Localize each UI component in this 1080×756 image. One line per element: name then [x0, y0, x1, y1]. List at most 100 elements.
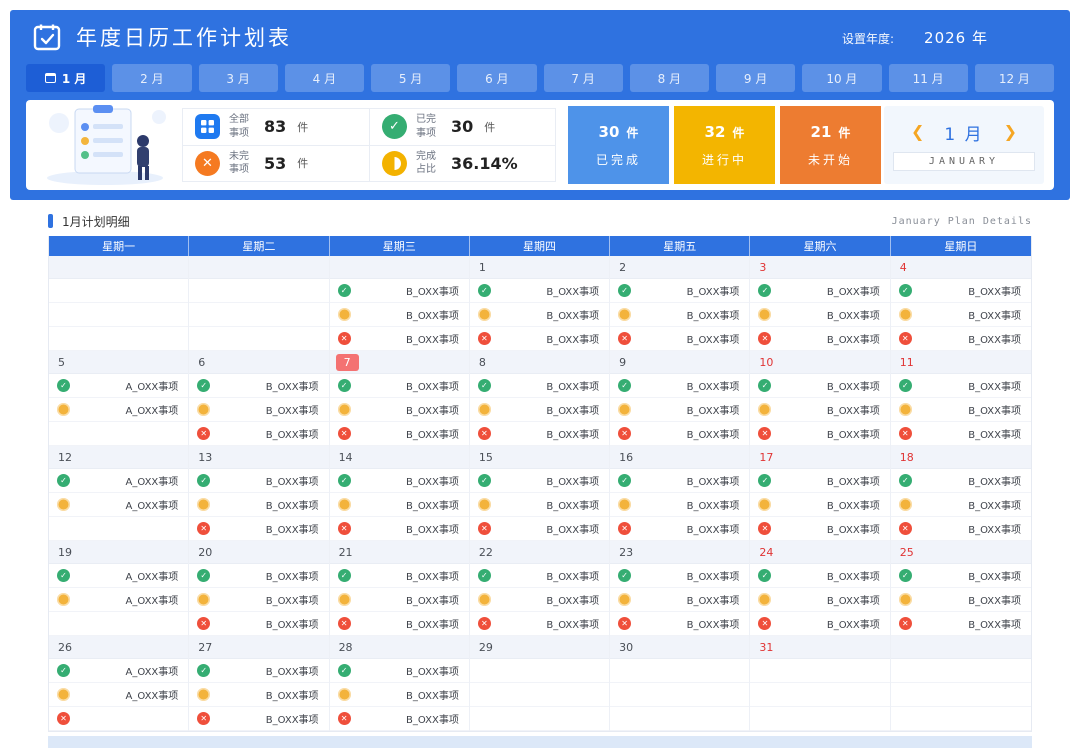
task-item[interactable]: B_OXX事项	[750, 303, 890, 327]
task-item[interactable]: ✕ B_OXX事项	[610, 517, 750, 541]
tab-month-9[interactable]: 9 月	[716, 64, 796, 92]
day-cell[interactable]	[890, 636, 1031, 731]
task-item[interactable]: ✕ B_OXX事项	[890, 517, 1031, 541]
tab-month-6[interactable]: 6 月	[457, 64, 537, 92]
task-item[interactable]: ✓ B_OXX事项	[189, 374, 329, 398]
task-item[interactable]: ✓ B_OXX事项	[189, 469, 329, 493]
year-value[interactable]: 2026 年	[924, 27, 988, 48]
task-item[interactable]: ✕ B_OXX事项	[189, 612, 329, 636]
task-item[interactable]: ✓ B_OXX事项	[189, 564, 329, 588]
tab-month-2[interactable]: 2 月	[112, 64, 192, 92]
task-item[interactable]: B_OXX事项	[189, 493, 329, 517]
task-item[interactable]: ✕ B_OXX事项	[890, 612, 1031, 636]
task-item[interactable]: ✓ A_OXX事项	[49, 564, 189, 588]
task-item[interactable]: ✕ B_OXX事项	[329, 422, 469, 446]
day-cell[interactable]: 23 ✓ B_OXX事项 B_OXX事项 ✕ B_OXX事项	[610, 541, 751, 636]
task-item[interactable]: B_OXX事项	[189, 588, 329, 612]
task-item[interactable]: B_OXX事项	[890, 398, 1031, 422]
task-item[interactable]: ✓ B_OXX事项	[750, 564, 890, 588]
task-item[interactable]: B_OXX事项	[469, 493, 610, 517]
day-cell[interactable]: 5 ✓ A_OXX事项 A_OXX事项	[49, 351, 190, 446]
task-item[interactable]: ✓ B_OXX事项	[890, 469, 1031, 493]
task-item[interactable]: ✓ B_OXX事项	[610, 469, 750, 493]
task-item[interactable]: ✓ B_OXX事项	[750, 374, 890, 398]
task-item[interactable]: ✕ B_OXX事项	[189, 422, 329, 446]
task-item[interactable]: ✓ B_OXX事项	[329, 374, 469, 398]
day-cell[interactable]: 13 ✓ B_OXX事项 B_OXX事项 ✕ B_OXX事项	[189, 446, 330, 541]
day-cell[interactable]: 17 ✓ B_OXX事项 B_OXX事项 ✕ B_OXX事项	[750, 446, 891, 541]
tab-month-5[interactable]: 5 月	[371, 64, 451, 92]
day-cell[interactable]: 22 ✓ B_OXX事项 B_OXX事项 ✕ B_OXX事项	[469, 541, 611, 636]
day-cell[interactable]: 31	[750, 636, 891, 731]
tab-month-10[interactable]: 10 月	[802, 64, 882, 92]
task-item[interactable]: A_OXX事项	[49, 493, 189, 517]
task-item[interactable]: B_OXX事项	[329, 493, 469, 517]
day-cell[interactable]: 19 ✓ A_OXX事项 A_OXX事项	[49, 541, 190, 636]
day-cell[interactable]: 1 ✓ B_OXX事项 B_OXX事项 ✕ B_OXX事项	[469, 256, 611, 351]
task-item[interactable]: B_OXX事项	[329, 588, 469, 612]
task-item[interactable]: ✕ B_OXX事项	[329, 327, 469, 351]
task-item[interactable]: B_OXX事项	[469, 303, 610, 327]
task-item[interactable]: B_OXX事项	[890, 588, 1031, 612]
tab-month-11[interactable]: 11 月	[888, 64, 968, 92]
task-item[interactable]: A_OXX事项	[49, 683, 189, 707]
task-item[interactable]: ✕ B_OXX事项	[610, 327, 750, 351]
task-item[interactable]: B_OXX事项	[329, 398, 469, 422]
day-cell[interactable]: 11 ✓ B_OXX事项 B_OXX事项 ✕ B_OXX事项	[890, 351, 1031, 446]
task-item[interactable]: B_OXX事项	[610, 493, 750, 517]
task-item[interactable]: B_OXX事项	[610, 588, 750, 612]
task-item[interactable]: A_OXX事项	[49, 398, 189, 422]
task-item[interactable]: ✓ A_OXX事项	[49, 374, 189, 398]
task-item[interactable]: ✕ B_OXX事项	[750, 517, 890, 541]
task-item[interactable]: ✕ B_OXX事项	[469, 327, 610, 351]
day-cell[interactable]: 6 ✓ B_OXX事项 B_OXX事项 ✕ B_OXX事项	[189, 351, 330, 446]
prev-month-button[interactable]: ❮	[911, 124, 924, 140]
day-cell[interactable]	[189, 256, 330, 351]
task-item[interactable]: B_OXX事项	[610, 303, 750, 327]
task-item[interactable]: ✕ B_OXX事项	[329, 707, 469, 731]
task-item[interactable]: ✓ B_OXX事项	[469, 374, 610, 398]
task-item[interactable]: B_OXX事项	[329, 683, 469, 707]
day-cell[interactable]: 18 ✓ B_OXX事项 B_OXX事项 ✕ B_OXX事项	[890, 446, 1031, 541]
day-cell[interactable]: 12 ✓ A_OXX事项 A_OXX事项	[49, 446, 190, 541]
task-item[interactable]: ✕ B_OXX事项	[189, 707, 329, 731]
task-item[interactable]: ✕ B_OXX事项	[610, 612, 750, 636]
task-item[interactable]: ✕ B_OXX事项	[750, 612, 890, 636]
task-item[interactable]: ✕ B_OXX事项	[890, 327, 1031, 351]
task-item[interactable]: B_OXX事项	[750, 493, 890, 517]
task-item[interactable]: A_OXX事项	[49, 588, 189, 612]
task-item[interactable]: ✕ B_OXX事项	[610, 422, 750, 446]
day-cell[interactable]: 10 ✓ B_OXX事项 B_OXX事项 ✕ B_OXX事项	[750, 351, 891, 446]
task-item[interactable]: ✓ B_OXX事项	[610, 564, 750, 588]
task-item[interactable]: ✕ B_OXX事项	[890, 422, 1031, 446]
day-cell[interactable]: 15 ✓ B_OXX事项 B_OXX事项 ✕ B_OXX事项	[469, 446, 611, 541]
task-item[interactable]: B_OXX事项	[750, 588, 890, 612]
task-item[interactable]: B_OXX事项	[189, 683, 329, 707]
day-cell[interactable]: ✓ B_OXX事项 B_OXX事项 ✕ B_OXX事项	[329, 256, 470, 351]
day-cell[interactable]: 7 ✓ B_OXX事项 B_OXX事项 ✕ B_OXX事项	[329, 351, 470, 446]
task-item[interactable]: ✓ B_OXX事项	[329, 564, 469, 588]
tab-month-8[interactable]: 8 月	[629, 64, 709, 92]
task-item[interactable]: ✕ B_OXX事项	[329, 612, 469, 636]
task-item[interactable]: ✓ B_OXX事项	[750, 469, 890, 493]
day-cell[interactable]: 4 ✓ B_OXX事项 B_OXX事项 ✕ B_OXX事项	[890, 256, 1031, 351]
task-item[interactable]: B_OXX事项	[750, 398, 890, 422]
task-item[interactable]: ✓ B_OXX事项	[329, 469, 469, 493]
task-item[interactable]: ✓ B_OXX事项	[610, 374, 750, 398]
task-item[interactable]: ✕ B_OXX事项	[469, 612, 610, 636]
task-item[interactable]: ✕	[49, 707, 189, 731]
task-item[interactable]: ✓ B_OXX事项	[890, 564, 1031, 588]
day-cell[interactable]: 25 ✓ B_OXX事项 B_OXX事项 ✕ B_OXX事项	[890, 541, 1031, 636]
day-cell[interactable]: 20 ✓ B_OXX事项 B_OXX事项 ✕ B_OXX事项	[189, 541, 330, 636]
task-item[interactable]: B_OXX事项	[189, 398, 329, 422]
task-item[interactable]: ✓ B_OXX事项	[329, 279, 469, 303]
day-cell[interactable]: 21 ✓ B_OXX事项 B_OXX事项 ✕ B_OXX事项	[329, 541, 470, 636]
task-item[interactable]: ✓ A_OXX事项	[49, 659, 189, 683]
day-cell[interactable]: 30	[610, 636, 751, 731]
day-cell[interactable]: 14 ✓ B_OXX事项 B_OXX事项 ✕ B_OXX事项	[329, 446, 470, 541]
tab-month-12[interactable]: 12 月	[974, 64, 1054, 92]
task-item[interactable]: ✓ B_OXX事项	[610, 279, 750, 303]
task-item[interactable]: ✓ B_OXX事项	[469, 469, 610, 493]
task-item[interactable]: ✓ B_OXX事项	[890, 374, 1031, 398]
day-cell[interactable]: 8 ✓ B_OXX事项 B_OXX事项 ✕ B_OXX事项	[469, 351, 611, 446]
